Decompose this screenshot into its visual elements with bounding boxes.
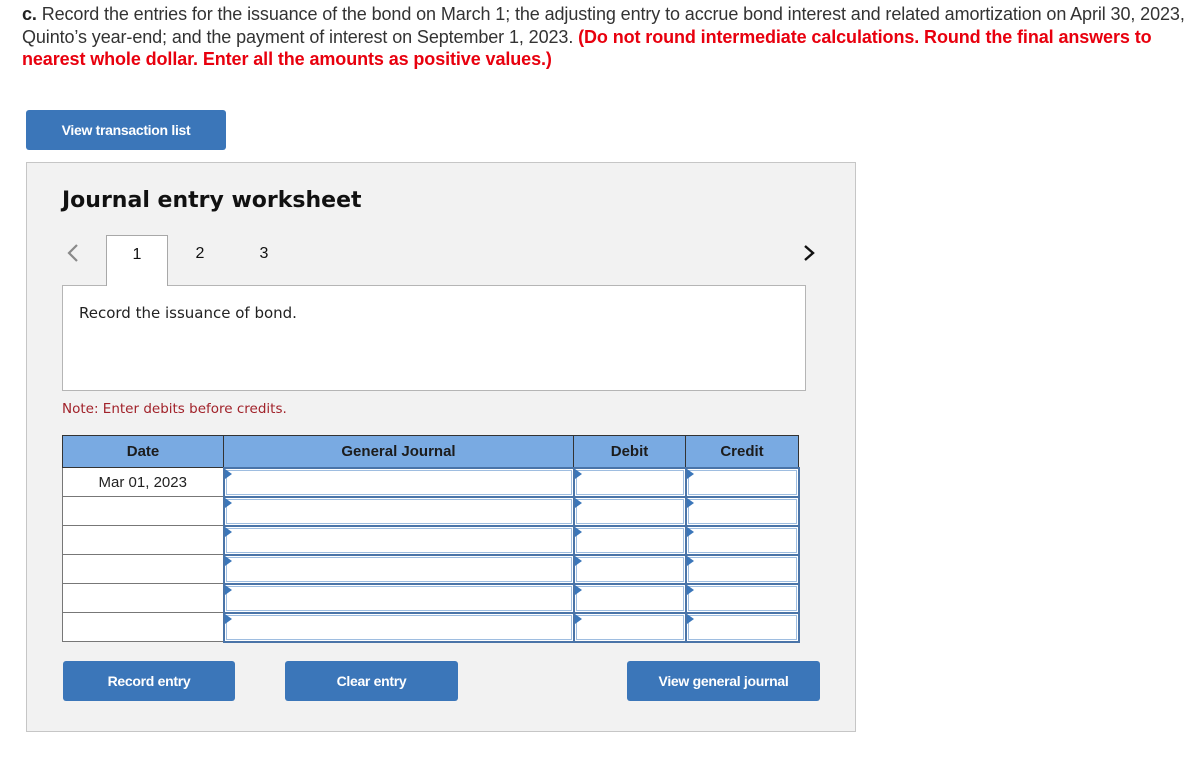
dropdown-indicator-icon <box>686 468 694 479</box>
journal-entry-worksheet-panel: Journal entry worksheet 1 2 3 Record the… <box>26 162 856 732</box>
dropdown-indicator-icon <box>686 555 694 566</box>
debit-input[interactable] <box>572 466 687 498</box>
tab-entry-2[interactable]: 2 <box>169 235 231 287</box>
debit-input[interactable] <box>572 524 687 556</box>
column-header-credit: Credit <box>685 435 799 468</box>
table-row <box>62 524 800 556</box>
view-general-journal-button[interactable]: View general journal <box>627 661 820 701</box>
column-header-general-journal: General Journal <box>223 435 574 468</box>
table-row <box>62 553 800 585</box>
instructions: c. Record the entries for the issuance o… <box>22 3 1192 71</box>
account-input[interactable] <box>222 524 575 556</box>
date-cell <box>62 554 224 584</box>
debit-input[interactable] <box>572 495 687 527</box>
account-input[interactable] <box>222 466 575 498</box>
note-text: Note: Enter debits before credits. <box>62 401 287 417</box>
dropdown-indicator-icon <box>224 497 232 508</box>
table-row: Mar 01, 2023 <box>62 466 800 498</box>
tab-entry-3[interactable]: 3 <box>233 235 295 287</box>
table-header-row: Date General Journal Debit Credit <box>62 435 799 468</box>
dropdown-indicator-icon <box>224 555 232 566</box>
date-cell <box>62 583 224 613</box>
date-cell <box>62 612 224 642</box>
credit-input[interactable] <box>684 553 800 585</box>
dropdown-indicator-icon <box>224 526 232 537</box>
dropdown-indicator-icon <box>574 584 582 595</box>
dropdown-indicator-icon <box>224 468 232 479</box>
entry-description-box: Record the issuance of bond. <box>62 285 806 391</box>
dropdown-indicator-icon <box>686 584 694 595</box>
dropdown-indicator-icon <box>574 468 582 479</box>
debit-input[interactable] <box>572 582 687 614</box>
credit-input[interactable] <box>684 524 800 556</box>
account-input[interactable] <box>222 582 575 614</box>
account-input[interactable] <box>222 611 575 643</box>
column-header-debit: Debit <box>573 435 686 468</box>
account-input[interactable] <box>222 495 575 527</box>
record-entry-button[interactable]: Record entry <box>63 661 235 701</box>
dropdown-indicator-icon <box>224 584 232 595</box>
entry-description: Record the issuance of bond. <box>79 304 297 322</box>
debit-input[interactable] <box>572 553 687 585</box>
view-transaction-list-button[interactable]: View transaction list <box>26 110 226 150</box>
dropdown-indicator-icon <box>686 613 694 624</box>
account-input[interactable] <box>222 553 575 585</box>
part-label: c. <box>22 4 37 24</box>
date-cell: Mar 01, 2023 <box>62 467 224 497</box>
journal-table: Date General Journal Debit Credit Mar 01… <box>62 435 800 643</box>
credit-input[interactable] <box>684 611 800 643</box>
date-cell <box>62 525 224 555</box>
dropdown-indicator-icon <box>574 555 582 566</box>
chevron-right-icon[interactable] <box>799 241 819 265</box>
debit-input[interactable] <box>572 611 687 643</box>
dropdown-indicator-icon <box>224 613 232 624</box>
dropdown-indicator-icon <box>574 613 582 624</box>
dropdown-indicator-icon <box>686 526 694 537</box>
worksheet-title: Journal entry worksheet <box>62 188 362 213</box>
dropdown-indicator-icon <box>574 497 582 508</box>
dropdown-indicator-icon <box>686 497 694 508</box>
chevron-left-icon[interactable] <box>63 241 83 265</box>
tab-entry-1[interactable]: 1 <box>106 235 168 286</box>
table-row <box>62 611 800 643</box>
date-cell <box>62 496 224 526</box>
column-header-date: Date <box>62 435 224 468</box>
clear-entry-button[interactable]: Clear entry <box>285 661 458 701</box>
credit-input[interactable] <box>684 582 800 614</box>
credit-input[interactable] <box>684 495 800 527</box>
table-row <box>62 495 800 527</box>
credit-input[interactable] <box>684 466 800 498</box>
table-row <box>62 582 800 614</box>
dropdown-indicator-icon <box>574 526 582 537</box>
